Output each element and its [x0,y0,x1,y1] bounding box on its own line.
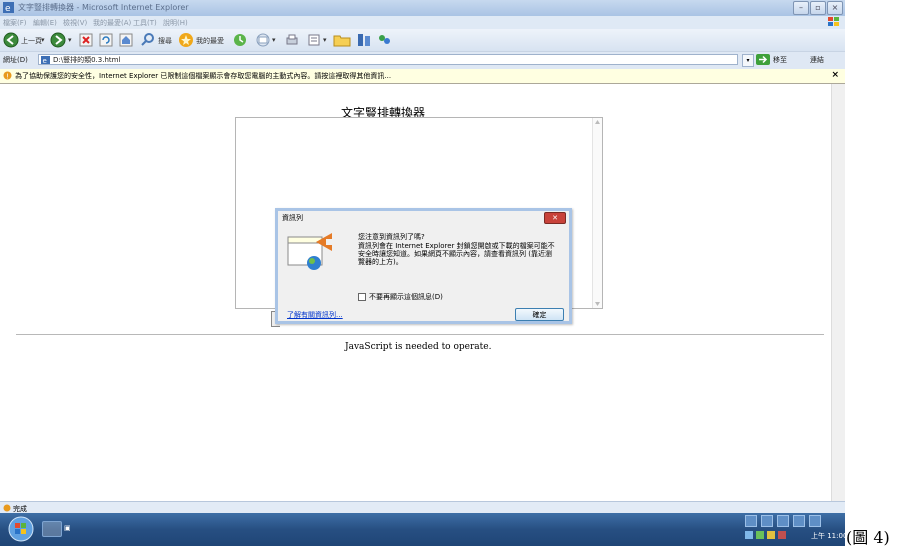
tray-help-icon[interactable] [809,515,821,527]
favorites-label[interactable]: 我的最愛 [196,36,224,46]
back-label[interactable]: 上一頁 [21,36,42,46]
forward-arrow-icon[interactable] [50,32,66,48]
menu-bar: 檔案(F) 編輯(E) 檢視(V) 我的最愛(A) 工具(T) 說明(H) [0,16,845,29]
information-bar-illustration-icon [287,233,332,270]
title-bar: e 文字豎排轉換器 - Microsoft Internet Explorer … [0,0,845,16]
search-label[interactable]: 搜尋 [158,36,172,46]
print-icon[interactable] [284,32,300,48]
forward-dropdown-icon[interactable]: ▾ [68,36,72,44]
tray-network-icon[interactable] [745,515,757,527]
figure-caption: (圖 4) [846,528,890,547]
ok-button[interactable]: 確定 [515,308,564,321]
page-content: 文字豎排轉換器 JavaScript is needed to operate.… [0,84,845,501]
information-bar-dialog: 資訊列 ✕ 您注意到資訊列了嗎? 資訊列會在 Internet Explorer… [275,208,572,324]
svg-text:e: e [43,57,47,64]
dialog-body: 資訊列會在 Internet Explorer 封鎖您開啟或下載的檔案可能不安全… [358,242,555,266]
menu-help[interactable]: 說明(H) [163,18,188,28]
tray-icons-top [745,515,821,527]
history-icon[interactable] [232,32,248,48]
favorites-star-icon[interactable] [178,32,194,48]
address-value: D:\豎排的類0.3.html [53,56,121,64]
home-icon[interactable] [119,32,133,48]
back-dropdown-icon[interactable]: ▾ [41,36,45,44]
edit-icon[interactable] [306,32,322,48]
maximize-button[interactable]: ▫ [810,1,826,15]
svg-text:e: e [5,4,11,13]
horizontal-rule [16,334,824,335]
taskbar-ie-button[interactable] [42,521,62,537]
taskbar-clock[interactable]: 上午 11:00 [811,531,845,541]
tray-volume-icon[interactable] [793,515,805,527]
links-label[interactable]: 連結 [810,55,824,65]
tray-alert-icon[interactable] [778,531,786,539]
close-window-button[interactable]: × [827,1,843,15]
textarea-scrollbar[interactable] [592,118,602,308]
svg-text:!: ! [6,73,9,81]
close-icon[interactable]: × [831,70,839,80]
scroll-down-icon[interactable] [594,301,601,307]
search-icon[interactable] [140,32,156,48]
toolbar: 上一頁 ▾ ▾ 搜尋 我的最愛 ▾ ▾ [0,29,845,51]
tray-icons-bottom [745,531,786,539]
screenshot: e 文字豎排轉換器 - Microsoft Internet Explorer … [0,0,845,546]
javascript-notice: JavaScript is needed to operate. [345,342,492,352]
start-button-icon[interactable] [6,515,36,543]
menu-favorites[interactable]: 我的最愛(A) [93,18,131,28]
menu-edit[interactable]: 編輯(E) [33,18,57,28]
dialog-heading: 您注意到資訊列了嗎? [358,233,425,241]
tray-arrow-icon[interactable] [745,531,753,539]
refresh-icon[interactable] [99,32,113,48]
research-icon[interactable] [356,32,372,48]
tray-update-icon[interactable] [767,531,775,539]
checkbox-label[interactable]: 不要再顯示這個訊息(D) [369,293,443,301]
address-dropdown-button[interactable]: ▾ [742,54,754,67]
menu-view[interactable]: 檢視(V) [63,18,87,28]
page-scrollbar[interactable] [831,84,845,501]
tray-monitor-icon[interactable] [777,515,789,527]
window-controls: – ▫ × [793,1,843,15]
windows-logo-icon [828,17,839,26]
menu-tools[interactable]: 工具(T) [133,18,157,28]
checkbox-box[interactable] [358,293,366,301]
minimize-button[interactable]: – [793,1,809,15]
learn-more-link[interactable]: 了解有關資訊列... [287,310,343,320]
go-label[interactable]: 移至 [773,55,787,65]
page-done-icon [3,504,11,512]
dialog-close-button[interactable]: ✕ [544,212,566,224]
information-bar[interactable]: ! 為了協助保護您的安全性，Internet Explorer 已限制這個檔案顯… [0,69,845,84]
edit-dropdown-icon[interactable]: ▾ [323,36,327,44]
menu-file[interactable]: 檔案(F) [3,18,27,28]
system-tray: 上午 11:00 [745,513,845,546]
address-label: 網址(D) [3,56,28,64]
address-input[interactable]: e D:\豎排的類0.3.html [38,54,738,65]
dialog-title: 資訊列 [282,214,303,222]
messenger-icon[interactable] [376,32,392,48]
go-arrow-icon[interactable] [756,54,770,65]
tray-pen-icon[interactable] [761,515,773,527]
scroll-up-icon[interactable] [594,119,601,125]
taskbar-ie-icon[interactable]: ▣ [64,524,71,532]
dont-show-again-checkbox[interactable]: 不要再顯示這個訊息(D) [358,292,443,302]
address-bar: 網址(D) e D:\豎排的類0.3.html ▾ 移至 連結 [0,51,845,69]
ie-icon: e [3,2,14,13]
stop-icon[interactable] [79,32,93,48]
tray-security-icon[interactable] [756,531,764,539]
page-icon: e [41,56,50,64]
warning-shield-icon: ! [3,71,12,80]
taskbar: ▣ 上午 11:00 [0,513,845,546]
back-arrow-icon[interactable] [3,32,19,48]
window-title: 文字豎排轉換器 - Microsoft Internet Explorer [18,3,189,12]
mail-icon[interactable] [255,32,271,48]
mail-dropdown-icon[interactable]: ▾ [272,36,276,44]
folder-icon[interactable] [333,32,351,48]
information-bar-text: 為了協助保護您的安全性，Internet Explorer 已限制這個檔案顯示會… [15,72,392,80]
